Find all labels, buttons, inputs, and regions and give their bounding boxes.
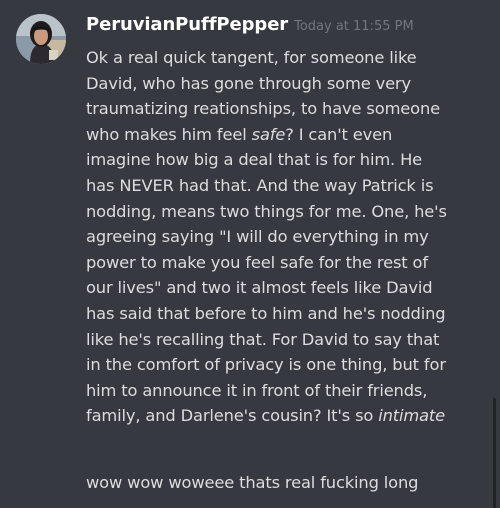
message-line: like he's recalling that. For David to s…	[86, 327, 498, 353]
message-line: family, and Darlene's cousin? It's so in…	[86, 403, 498, 429]
message-text: has said that before to him and he's nod…	[86, 303, 446, 323]
message-text: has NEVER had that. And the way Patrick …	[86, 175, 434, 195]
user-avatar[interactable]	[16, 14, 66, 64]
message-line: our lives" and two it almost feels like …	[86, 275, 498, 301]
message-line: David, who has gone through some very	[86, 71, 498, 97]
username[interactable]: PeruvianPuffPepper	[86, 14, 288, 35]
message-text: ? I can't even	[285, 124, 393, 144]
message-line: traumatizing reationships, to have someo…	[86, 96, 498, 122]
message-text: our lives" and two it almost feels like …	[86, 278, 433, 298]
message-text: imagine how big a deal that is for him. …	[86, 150, 423, 170]
message-text: traumatizing reationships, to have someo…	[86, 99, 440, 119]
message-text: power to make you feel safe for the rest…	[86, 252, 428, 272]
message-text: agreeing saying "I will do everything in…	[86, 227, 429, 247]
message-line: who makes him feel safe? I can't even	[86, 122, 498, 148]
message-text: him to announce it in front of their fri…	[86, 380, 428, 400]
message-line: power to make you feel safe for the rest…	[86, 250, 498, 276]
message-line: imagine how big a deal that is for him. …	[86, 147, 498, 173]
message-line: in the comfort of privacy is one thing, …	[86, 352, 498, 378]
emphasis-text: safe	[251, 124, 286, 144]
message-text: in the comfort of privacy is one thing, …	[86, 355, 446, 375]
avatar-image	[16, 14, 66, 64]
message-text: David, who has gone through some very	[86, 73, 411, 93]
message-line: Ok a real quick tangent, for someone lik…	[86, 45, 498, 71]
message-line: him to announce it in front of their fri…	[86, 378, 498, 404]
message-text: who makes him feel	[86, 124, 252, 144]
chat-message: PeruvianPuffPepper Today at 11:55 PM Ok a…	[0, 0, 500, 508]
message-line: has NEVER had that. And the way Patrick …	[86, 173, 498, 199]
message-body: Ok a real quick tangent, for someone lik…	[86, 45, 498, 429]
message-text: family, and Darlene's cousin? It's so	[86, 406, 379, 426]
emphasis-text: intimate	[378, 406, 446, 426]
message-text: like he's recalling that. For David to s…	[86, 329, 440, 349]
message-line: nodding, means two things for me. One, h…	[86, 199, 498, 225]
message-line: has said that before to him and he's nod…	[86, 301, 498, 327]
followup-message: wow wow woweee thats real fucking long	[86, 473, 419, 492]
message-text: nodding, means two things for me. One, h…	[86, 201, 447, 221]
message-text: Ok a real quick tangent, for someone lik…	[86, 48, 417, 67]
message-header: PeruvianPuffPepper Today at 11:55 PM	[86, 14, 414, 35]
scrollbar[interactable]	[493, 398, 496, 508]
message-line: agreeing saying "I will do everything in…	[86, 224, 498, 250]
timestamp: Today at 11:55 PM	[294, 19, 414, 34]
